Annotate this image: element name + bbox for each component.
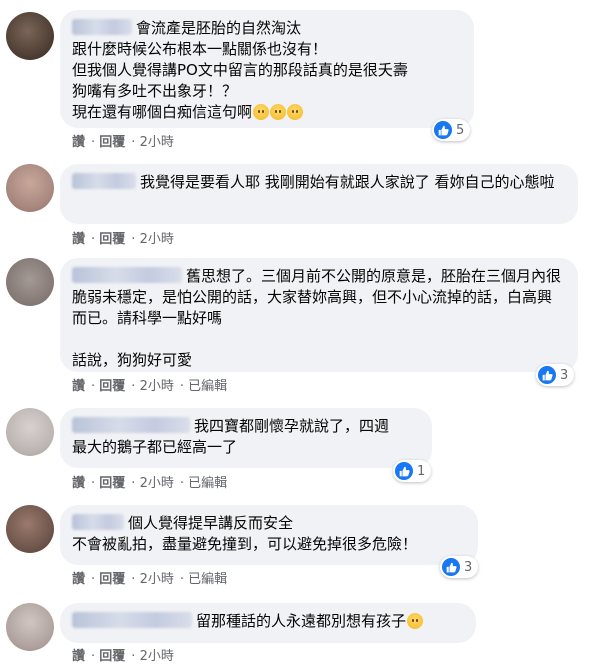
comment-bubble: 我覺得是要看人耶 我剛開始有就跟人家說了 看妳自己的心態啦	[60, 164, 578, 224]
comment-text: 我覺得是要看人耶 我剛開始有就跟人家說了 看妳自己的心態啦	[72, 172, 566, 193]
reaction-count-label: 1	[417, 463, 426, 479]
reaction-count[interactable]: 3	[536, 364, 575, 386]
comment-actions: 讚 · 回覆 · 2小時 · 已編輯	[72, 379, 228, 394]
timestamp[interactable]: 2小時	[140, 476, 174, 491]
timestamp[interactable]: 2小時	[140, 649, 174, 664]
comment-actions: 讚 · 回覆 · 2小時	[72, 649, 174, 664]
like-button[interactable]: 讚	[72, 135, 85, 150]
comment-bubble: 個人覺得提早講反而安全 不會被亂拍，盡量避免撞到，可以避免掉很多危險！	[60, 505, 478, 565]
reply-button[interactable]: 回覆	[99, 572, 125, 587]
comment-text: 個人覺得提早講反而安全 不會被亂拍，盡量避免撞到，可以避免掉很多危險！	[72, 514, 418, 553]
avatar[interactable]	[6, 12, 54, 60]
emoji-icon	[407, 613, 424, 629]
thumbs-up-icon	[434, 121, 452, 139]
timestamp[interactable]: 2小時	[140, 379, 174, 394]
reply-button[interactable]: 回覆	[99, 476, 125, 491]
reaction-count[interactable]: 1	[393, 460, 432, 482]
timestamp[interactable]: 2小時	[140, 572, 174, 587]
avatar[interactable]	[6, 603, 54, 651]
comment-bubble: 留那種話的人永遠都別想有孩子	[60, 603, 476, 643]
comment-bubble: 我四寶都剛懷孕就說了，四週 最大的鵝子都已經高一了	[60, 408, 432, 468]
comment-actions: 讚 · 回覆 · 2小時 · 已編輯	[72, 476, 228, 491]
like-button[interactable]: 讚	[72, 572, 85, 587]
emoji-icon	[270, 104, 287, 120]
comment-actions: 讚 · 回覆 · 2小時 · 已編輯	[72, 572, 228, 587]
thumbs-up-icon	[395, 462, 413, 480]
reply-button[interactable]: 回覆	[99, 232, 125, 247]
edited-label[interactable]: 已編輯	[188, 379, 227, 394]
edited-label[interactable]: 已編輯	[188, 572, 227, 587]
timestamp[interactable]: 2小時	[140, 135, 174, 150]
like-button[interactable]: 讚	[72, 649, 85, 664]
reaction-count[interactable]: 5	[432, 119, 471, 141]
reaction-count-label: 3	[464, 559, 473, 575]
comment-actions: 讚 · 回覆 · 2小時	[72, 135, 174, 150]
commenter-name[interactable]	[72, 173, 136, 189]
like-button[interactable]: 讚	[72, 476, 85, 491]
avatar[interactable]	[6, 505, 54, 553]
comment-bubble: 舊思想了。三個月前不公開的原意是，胚胎在三個月內很脆弱未穩定，是怕公開的話，大家…	[60, 258, 578, 372]
edited-label[interactable]: 已編輯	[188, 476, 227, 491]
timestamp[interactable]: 2小時	[140, 232, 174, 247]
comment-actions: 讚 · 回覆 · 2小時	[72, 232, 174, 247]
avatar[interactable]	[6, 164, 54, 212]
reply-button[interactable]: 回覆	[99, 649, 125, 664]
comment-text: 舊思想了。三個月前不公開的原意是，胚胎在三個月內很脆弱未穩定，是怕公開的話，大家…	[72, 267, 562, 369]
commenter-name[interactable]	[72, 417, 190, 433]
comment-bubble: 會流產是胚胎的自然淘汰 跟什麼時候公布根本一點關係也沒有！ 但我個人覺得講PO文…	[60, 10, 474, 128]
reaction-count-label: 3	[560, 367, 569, 383]
thumbs-up-icon	[442, 558, 460, 576]
reply-button[interactable]: 回覆	[99, 379, 125, 394]
commenter-name[interactable]	[72, 267, 182, 283]
like-button[interactable]: 讚	[72, 379, 85, 394]
comment-text: 我四寶都剛懷孕就說了，四週 最大的鵝子都已經高一了	[72, 417, 390, 456]
comment-text: 留那種話的人永遠都別想有孩子	[72, 611, 464, 632]
commenter-name[interactable]	[72, 612, 192, 628]
like-button[interactable]: 讚	[72, 232, 85, 247]
reaction-count[interactable]: 3	[440, 556, 479, 578]
commenter-name[interactable]	[72, 19, 132, 35]
emoji-icon	[253, 104, 270, 120]
emoji-icon	[287, 104, 304, 120]
reply-button[interactable]: 回覆	[99, 135, 125, 150]
comment-text: 會流產是胚胎的自然淘汰 跟什麼時候公布根本一點關係也沒有！ 但我個人覺得講PO文…	[72, 19, 408, 121]
avatar[interactable]	[6, 408, 54, 456]
commenter-name[interactable]	[72, 514, 124, 530]
thumbs-up-icon	[538, 366, 556, 384]
avatar[interactable]	[6, 258, 54, 306]
reaction-count-label: 5	[456, 122, 465, 138]
